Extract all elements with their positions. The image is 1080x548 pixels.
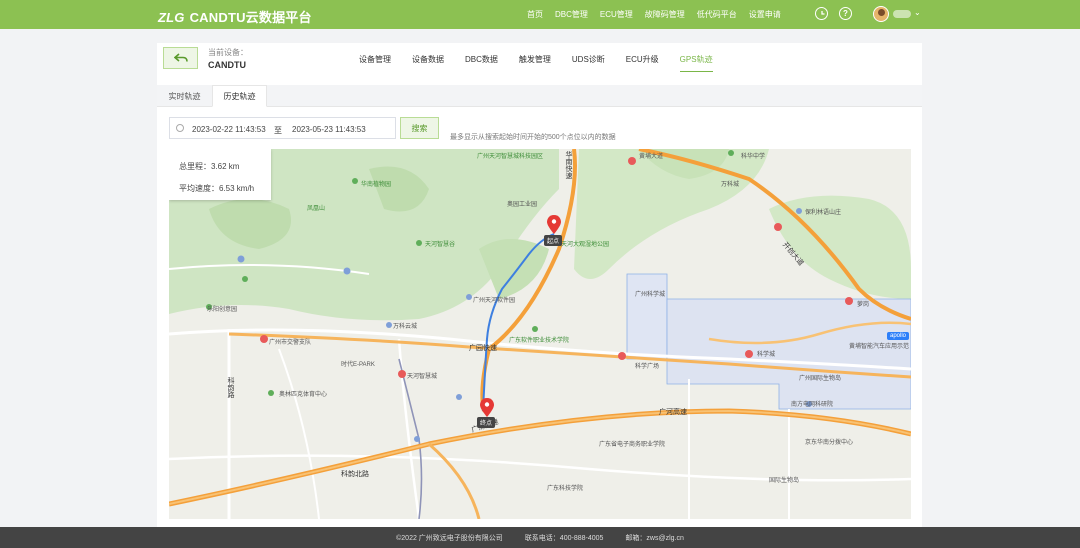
start-tag: 起点 — [544, 235, 563, 246]
map-label: 万科城 — [721, 182, 740, 188]
map-label: 京东华南分拨中心 — [805, 440, 854, 446]
main-card: 当前设备： CANDTU 设备管理 设备数据 DBC数据 触发管理 UDS诊断 … — [157, 43, 922, 527]
map-label: 广东科技学院 — [547, 486, 584, 492]
map-label: 国际生物岛 — [769, 478, 800, 484]
device-label: 当前设备： — [208, 48, 248, 57]
start-pin-icon[interactable] — [547, 215, 561, 234]
map-label: 萝岗 — [857, 302, 870, 308]
tab-dbc-data[interactable]: DBC数据 — [465, 54, 498, 72]
tab-gps-track[interactable]: GPS轨迹 — [679, 54, 713, 72]
device-name: CANDTU — [208, 60, 246, 70]
road-label: 科韵北路 — [341, 471, 369, 478]
nav-dbc[interactable]: DBC管理 — [555, 9, 588, 20]
tab-trigger-manage[interactable]: 触发管理 — [519, 54, 551, 72]
top-nav: 首页 DBC管理 ECU管理 故障码管理 低代码平台 设置申请 — [527, 9, 781, 20]
device-tabs: 设备管理 设备数据 DBC数据 触发管理 UDS诊断 ECU升级 GPS轨迹 — [359, 54, 734, 72]
road-label: 广园快速 — [469, 345, 497, 352]
map-label: 黄埔智能汽车应用示范 — [849, 344, 910, 350]
map-label: 保利林语山庄 — [805, 210, 842, 216]
map-label: 广州天河智慧城科技园区 — [477, 154, 544, 160]
brand[interactable]: ZLG CANDTU云数据平台 — [158, 7, 312, 26]
apollo-badge: apollo — [887, 332, 910, 340]
clock-icon — [176, 124, 184, 132]
back-button[interactable] — [163, 47, 198, 69]
contact-phone: 联系电话：400-888-4005 — [524, 534, 604, 542]
subtab-realtime[interactable]: 实时轨迹 — [157, 85, 212, 107]
map-label: 科韵路 — [227, 377, 234, 398]
map-label: 广州天河软件园 — [473, 298, 516, 304]
top-icons: ? — [815, 7, 852, 20]
map-label: 广州科学城 — [635, 292, 666, 298]
search-button[interactable]: 搜索 — [400, 117, 439, 139]
map-label: 天河智慧谷 — [425, 242, 456, 248]
nav-home[interactable]: 首页 — [527, 9, 543, 20]
map-label: 时代E-PARK — [341, 362, 375, 368]
logo: ZLG — [158, 10, 185, 25]
footer: ©2022 广州致远电子股份有限公司 联系电话：400-888-4005 邮箱：… — [0, 527, 1080, 548]
help-icon[interactable]: ? — [839, 7, 852, 20]
map-label: 乐阳创意园 — [207, 307, 238, 313]
contact-email: 邮箱：zws@zlg.cn — [625, 534, 684, 542]
tab-ecu-upgrade[interactable]: ECU升级 — [626, 54, 659, 72]
tab-device-manage[interactable]: 设备管理 — [359, 54, 391, 72]
map-label: 科华中学 — [741, 154, 766, 160]
nav-apply[interactable]: 设置申请 — [749, 9, 781, 20]
map-label: 广州国际生物岛 — [799, 376, 842, 382]
tab-device-data[interactable]: 设备数据 — [412, 54, 444, 72]
date-range-picker[interactable]: 2023-02-22 11:43:53 至 2023-05-23 11:43:5… — [169, 117, 396, 139]
map-label: 奥林匹克体育中心 — [279, 392, 328, 398]
nav-fault-code[interactable]: 故障码管理 — [645, 9, 685, 20]
map-label: 广东软件职业技术学院 — [509, 338, 570, 344]
subtabs: 实时轨迹 历史轨迹 — [157, 85, 922, 107]
end-date[interactable]: 2023-05-23 11:43:53 — [292, 125, 366, 134]
username-redacted[interactable] — [893, 10, 911, 18]
map-label: 科学广场 — [635, 364, 660, 370]
clock-icon[interactable] — [815, 7, 828, 20]
road-label: 华南快速 — [565, 151, 572, 179]
map-label: 天河智慧城 — [407, 374, 438, 380]
map-label: 万科云城 — [393, 324, 418, 330]
end-pin-icon[interactable] — [480, 398, 494, 417]
average-speed: 平均速度：6.53 km/h — [179, 184, 255, 193]
nav-lowcode[interactable]: 低代码平台 — [697, 9, 737, 20]
search-hint: 最多显示从搜索起始时间开始的500个点位以内的数据 — [450, 134, 616, 141]
top-bar: ZLG CANDTU云数据平台 首页 DBC管理 ECU管理 故障码管理 低代码平… — [0, 0, 1080, 29]
map-label: 天河大观湿地公园 — [561, 242, 610, 248]
start-date[interactable]: 2023-02-22 11:43:53 — [192, 125, 266, 134]
map-label: 凤凰山 — [307, 206, 326, 212]
map-label: 广州市交警支队 — [269, 340, 312, 346]
nav-ecu[interactable]: ECU管理 — [600, 9, 633, 20]
map-label: 广东省电子商务职业学院 — [599, 442, 666, 448]
map-label: 南方电网科研院 — [791, 402, 834, 408]
map-label: 奥园工业园 — [507, 202, 538, 208]
chevron-down-icon[interactable]: ⌄ — [914, 8, 921, 17]
avatar[interactable] — [873, 6, 889, 22]
track-stats: 总里程：3.62 km 平均速度：6.53 km/h — [169, 149, 271, 200]
subtab-history[interactable]: 历史轨迹 — [212, 85, 267, 107]
map-canvas — [169, 149, 911, 519]
app-title: CANDTU云数据平台 — [189, 10, 312, 25]
tab-uds[interactable]: UDS诊断 — [572, 54, 605, 72]
total-distance: 总里程：3.62 km — [179, 162, 240, 171]
back-arrow-icon — [173, 53, 188, 62]
map-label: 黄埔大道 — [639, 154, 664, 160]
map-label: 华南植物园 — [361, 182, 392, 188]
map-view[interactable]: 广州天河智慧城科技园区 华南植物园 凤凰山 天河智慧谷 奥园工业园 天河大观湿地… — [169, 149, 911, 519]
road-label: 广河高速 — [659, 409, 687, 416]
range-separator: 至 — [274, 126, 282, 135]
end-tag: 终点 — [477, 417, 496, 428]
copyright: ©2022 广州致远电子股份有限公司 — [396, 534, 503, 542]
map-label: 科学城 — [757, 352, 776, 358]
